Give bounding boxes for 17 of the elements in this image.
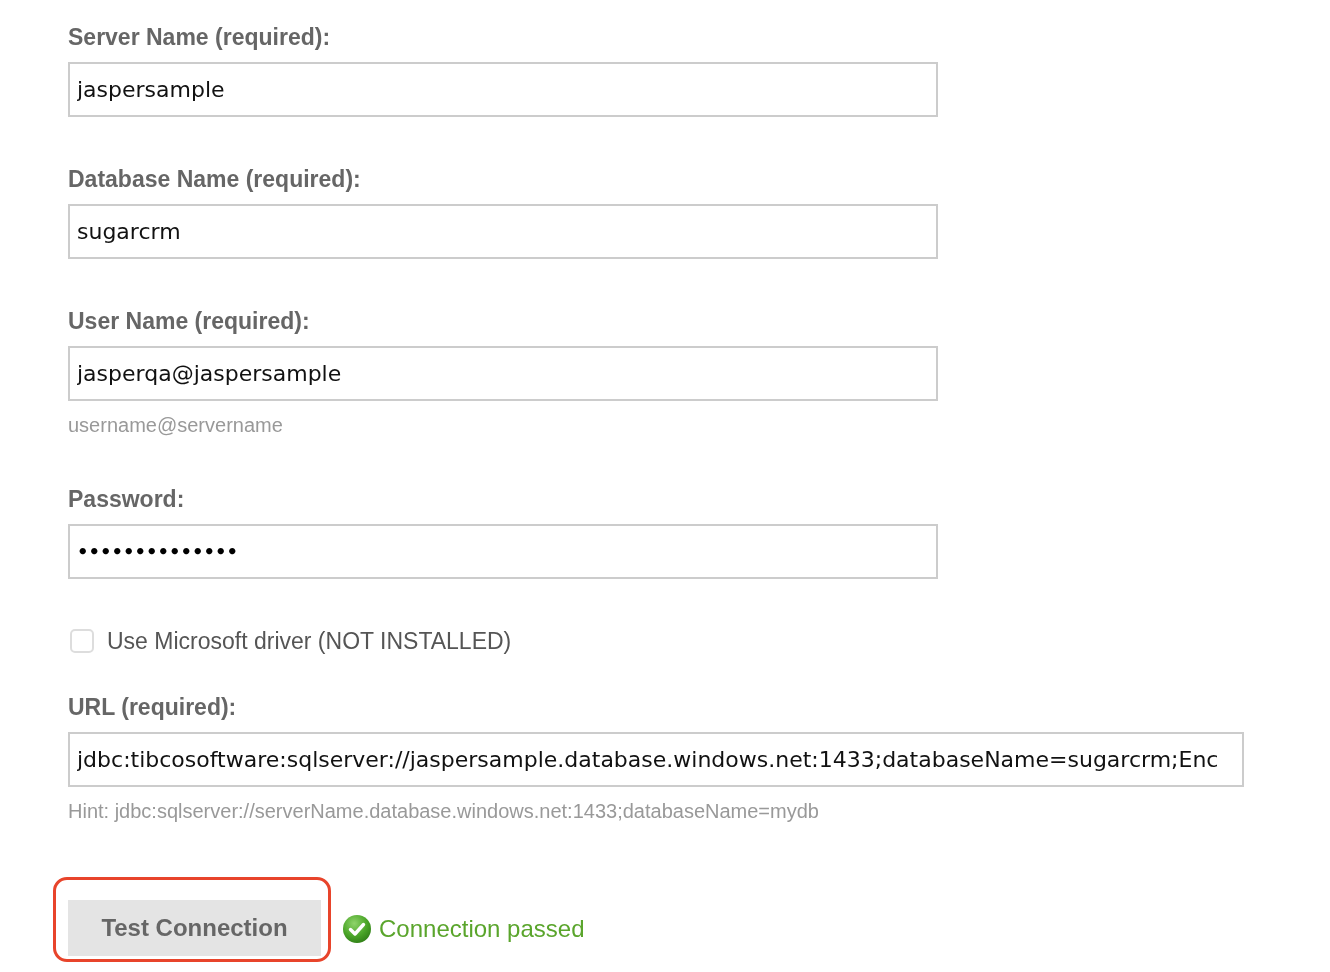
hint-text: username@servername: [68, 413, 283, 437]
field-label: Password:: [68, 485, 185, 514]
test-connection-button[interactable]: Test Connection: [68, 900, 321, 956]
field-label: Database Name (required):: [68, 165, 361, 194]
checkbox[interactable]: [70, 629, 94, 653]
password-field[interactable]: ••••••••••••••: [68, 524, 938, 579]
check-circle-icon: [343, 915, 371, 943]
text-field[interactable]: sugarcrm: [68, 204, 938, 259]
url-field[interactable]: jdbc:tibcosoftware:sqlserver://jaspersample.database.windows.net:1433;databaseName=sugarcrm;Enc: [68, 732, 1244, 787]
text-field[interactable]: jaspersample: [68, 62, 938, 117]
status-message: Connection passed: [379, 914, 585, 944]
field-label: Server Name (required):: [68, 23, 331, 52]
checkbox-label: Use Microsoft driver (NOT INSTALLED): [107, 627, 512, 656]
hint-text: Hint: jdbc:sqlserver://serverName.database.windows.net:1433;databaseName=mydb: [68, 799, 819, 823]
text-field[interactable]: jasperqa@jaspersample: [68, 346, 938, 401]
field-label: User Name (required):: [68, 307, 310, 336]
field-label: URL (required):: [68, 693, 237, 722]
